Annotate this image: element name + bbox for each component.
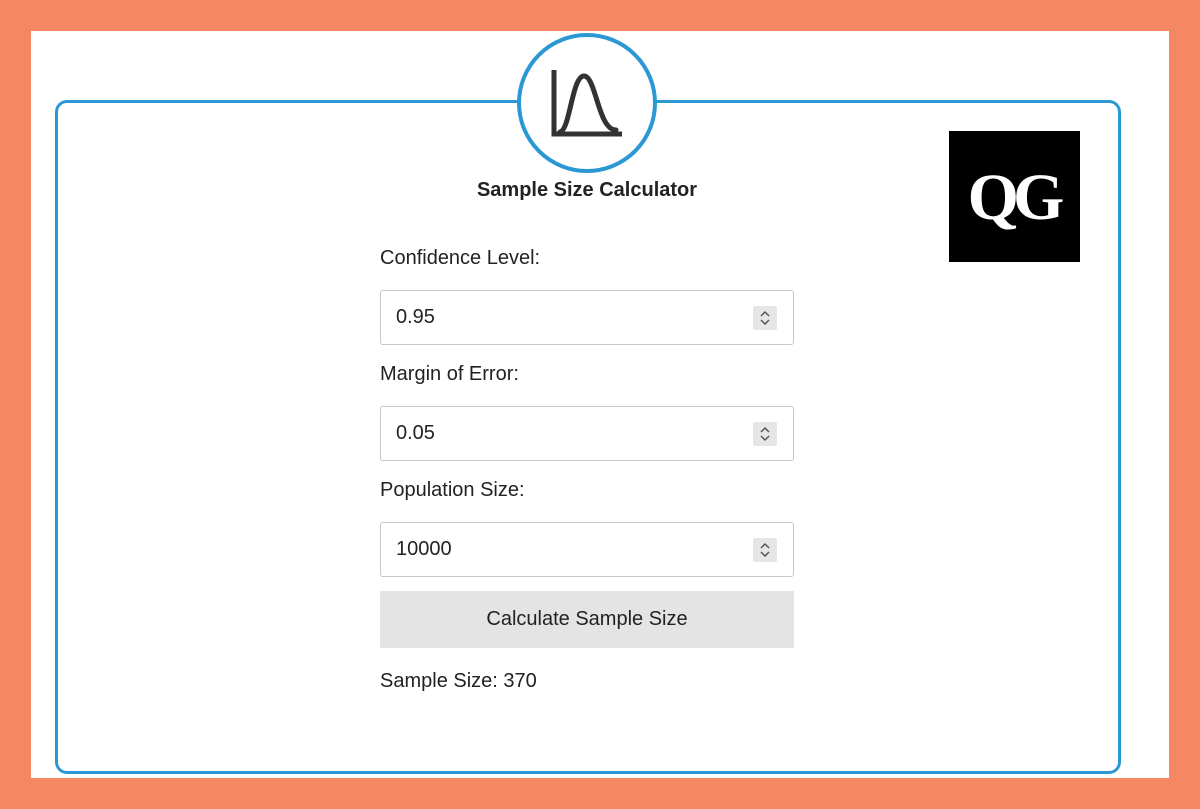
result-value: 370 [503,670,537,692]
confidence-level-input[interactable] [396,291,746,344]
population-size-label: Population Size: [380,479,525,501]
population-size-spinner[interactable] [753,538,777,562]
bell-curve-icon [551,70,622,137]
spinner-arrows-icon [760,426,770,442]
margin-of-error-spinner[interactable] [753,422,777,446]
population-size-input[interactable] [396,523,746,576]
header-badge [517,33,657,173]
confidence-level-spinner[interactable] [753,306,777,330]
margin-of-error-label: Margin of Error: [380,363,519,385]
confidence-level-field[interactable] [380,290,794,345]
sample-size-result: Sample Size: 370 [380,670,537,693]
spinner-arrows-icon [760,542,770,558]
logo-text: QG [968,161,1063,234]
qg-logo: QG [949,131,1080,262]
population-size-field[interactable] [380,522,794,577]
spinner-arrows-icon [760,310,770,326]
calculate-sample-size-button[interactable]: Calculate Sample Size [380,591,794,648]
margin-of-error-field[interactable] [380,406,794,461]
confidence-level-label: Confidence Level: [380,247,541,269]
result-prefix: Sample Size: [380,670,498,692]
margin-of-error-input[interactable] [396,407,746,460]
page-title: Sample Size Calculator [476,179,698,201]
